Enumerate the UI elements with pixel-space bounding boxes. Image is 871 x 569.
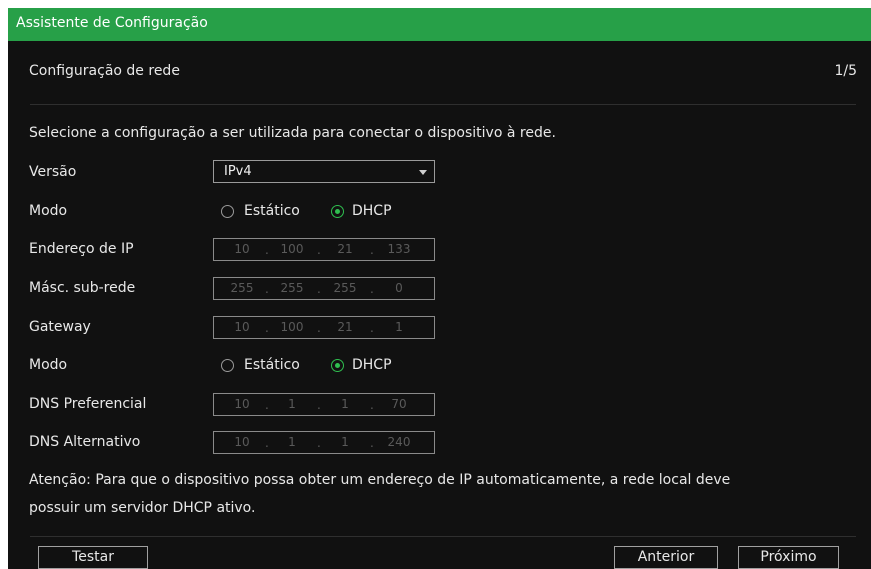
dns2-separator: . (317, 436, 321, 450)
ip-address-field[interactable]: 10 . 100 . 21 . 133 (213, 238, 435, 261)
dns2-octet-1: 10 (234, 435, 250, 449)
dns2-octet-4: 240 (387, 435, 411, 449)
version-dropdown[interactable]: IPv4 (213, 160, 435, 183)
subnet-mask-label: Másc. sub-rede (29, 280, 136, 296)
dns1-octet-4: 70 (391, 397, 407, 411)
gateway-separator: . (265, 321, 269, 335)
mask-octet-2: 255 (280, 281, 304, 295)
alternate-dns-field[interactable]: 10 . 1 . 1 . 240 (213, 431, 435, 454)
gateway-octet-4: 1 (395, 320, 403, 334)
dns-mode-static-radio[interactable] (221, 359, 234, 372)
ip-octet-4: 133 (387, 242, 411, 256)
mode-static-radio[interactable] (221, 205, 234, 218)
alternate-dns-label: DNS Alternativo (29, 434, 141, 450)
dns-mode-label: Modo (29, 357, 68, 373)
preferred-dns-label: DNS Preferencial (29, 396, 147, 412)
version-value: IPv4 (224, 164, 252, 179)
divider (30, 104, 856, 105)
preferred-dns-field[interactable]: 10 . 1 . 1 . 70 (213, 393, 435, 416)
mode-dhcp-label: DHCP (352, 203, 392, 219)
dhcp-note-line-2: possuir um servidor DHCP ativo. (29, 500, 256, 516)
ip-label: Endereço de IP (29, 241, 134, 257)
gateway-separator: . (317, 321, 321, 335)
ip-separator: . (317, 243, 321, 257)
divider (30, 536, 856, 537)
dns1-octet-3: 1 (341, 397, 349, 411)
mask-separator: . (265, 282, 269, 296)
section-title: Configuração de rede (29, 63, 180, 79)
setup-wizard-window: Assistente de Configuração Configuração … (8, 8, 871, 569)
ip-octet-1: 10 (234, 242, 250, 256)
mode-static-label: Estático (244, 203, 300, 219)
gateway-separator: . (370, 321, 374, 335)
gateway-field[interactable]: 10 . 100 . 21 . 1 (213, 316, 435, 339)
gateway-label: Gateway (29, 319, 91, 335)
gateway-octet-3: 21 (337, 320, 353, 334)
previous-button[interactable]: Anterior (614, 546, 718, 569)
dns2-octet-2: 1 (288, 435, 296, 449)
dns2-octet-3: 1 (341, 435, 349, 449)
dns-mode-dhcp-label: DHCP (352, 357, 392, 373)
gateway-octet-1: 10 (234, 320, 250, 334)
intro-text: Selecione a configuração a ser utilizada… (29, 125, 556, 141)
ip-octet-3: 21 (337, 242, 353, 256)
dns-mode-static-label: Estático (244, 357, 300, 373)
next-button[interactable]: Próximo (738, 546, 839, 569)
dns-mode-dhcp-radio[interactable] (331, 359, 344, 372)
ip-separator: . (265, 243, 269, 257)
gateway-octet-2: 100 (280, 320, 304, 334)
ip-octet-2: 100 (280, 242, 304, 256)
dns2-separator: . (265, 436, 269, 450)
mask-octet-1: 255 (230, 281, 254, 295)
dns1-octet-2: 1 (288, 397, 296, 411)
chevron-down-icon (419, 170, 427, 175)
dns1-separator: . (370, 398, 374, 412)
dns1-separator: . (265, 398, 269, 412)
dns1-separator: . (317, 398, 321, 412)
dns1-octet-1: 10 (234, 397, 250, 411)
mode-dhcp-radio[interactable] (331, 205, 344, 218)
dhcp-note-line-1: Atenção: Para que o dispositivo possa ob… (29, 472, 731, 488)
dns2-separator: . (370, 436, 374, 450)
mask-separator: . (317, 282, 321, 296)
page-indicator: 1/5 (834, 63, 857, 79)
version-label: Versão (29, 164, 77, 180)
subnet-mask-field[interactable]: 255 . 255 . 255 . 0 (213, 277, 435, 300)
mask-separator: . (370, 282, 374, 296)
mode-label: Modo (29, 203, 68, 219)
mask-octet-4: 0 (395, 281, 403, 295)
title-bar: Assistente de Configuração (8, 8, 871, 41)
ip-separator: . (370, 243, 374, 257)
test-button[interactable]: Testar (38, 546, 148, 569)
window-title: Assistente de Configuração (16, 15, 208, 31)
mask-octet-3: 255 (333, 281, 357, 295)
